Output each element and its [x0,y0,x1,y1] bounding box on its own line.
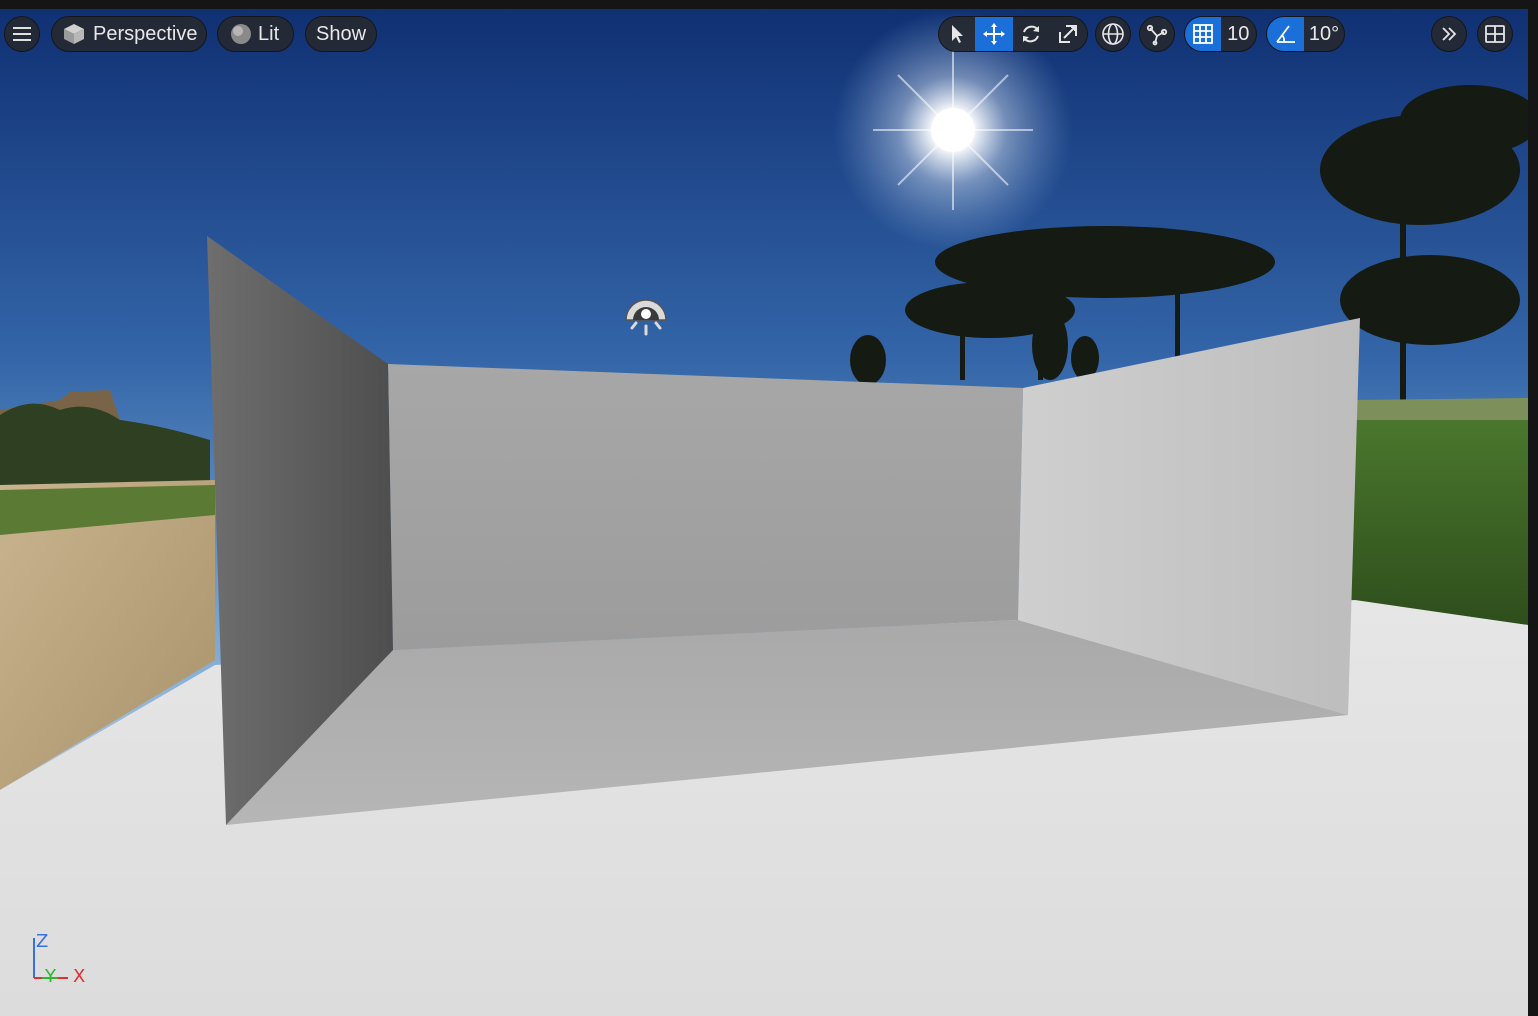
perspective-menu-button[interactable]: Perspective [51,16,207,52]
more-options-button[interactable] [1431,16,1467,52]
move-arrows-icon [983,23,1005,45]
rotation-snap-value: 10° [1308,22,1340,45]
angle-icon [1275,25,1295,43]
show-menu-button[interactable]: Show [305,16,377,52]
rotation-snap-group: 10° [1266,16,1345,52]
hamburger-icon [13,27,31,41]
window-top-border [0,0,1538,9]
cursor-arrow-icon [952,25,963,43]
double-chevron-icon [1442,27,1457,41]
show-menu-label: Show [315,22,367,45]
world-local-toggle-button[interactable] [1095,16,1131,52]
lit-menu-button[interactable]: Lit [217,16,294,52]
grid-snap-value-dropdown[interactable]: 10 [1221,17,1257,51]
axis-y-label: Y [45,966,56,987]
view-mode-label: Perspective [93,22,198,45]
rotate-tool-button[interactable] [1013,17,1049,51]
rotate-icon [1023,25,1039,43]
axis-x-label: X [73,966,86,987]
level-viewport[interactable]: Z Y X [0,9,1528,1016]
rotation-snap-value-dropdown[interactable]: 10° [1304,17,1344,51]
surface-snap-icon [1146,24,1168,46]
globe-icon [1102,23,1124,45]
grid-snap-toggle[interactable] [1185,17,1221,51]
grid-snap-group: 10 [1184,16,1257,52]
scale-icon [1059,25,1077,43]
grid-icon [1192,24,1213,44]
select-tool-button[interactable] [939,17,975,51]
scale-tool-button[interactable] [1049,17,1087,51]
lighting-mode-label: Lit [258,22,280,45]
surface-snap-button[interactable] [1139,16,1175,52]
viewport-layout-button[interactable] [1477,16,1513,52]
viewport-layout-icon [1485,25,1505,43]
translate-tool-button[interactable] [975,17,1013,51]
transform-tools-group [938,16,1088,52]
viewport-menu-button[interactable] [4,16,40,52]
skylight-actor-icon[interactable] [622,292,670,340]
scene-render [0,9,1528,1016]
window-right-border [1528,0,1538,1016]
sphere-icon [231,24,251,44]
cube-icon [64,24,84,44]
axis-z-label: Z [36,931,49,952]
rotation-snap-toggle[interactable] [1267,17,1304,51]
grid-snap-value: 10 [1227,22,1250,45]
